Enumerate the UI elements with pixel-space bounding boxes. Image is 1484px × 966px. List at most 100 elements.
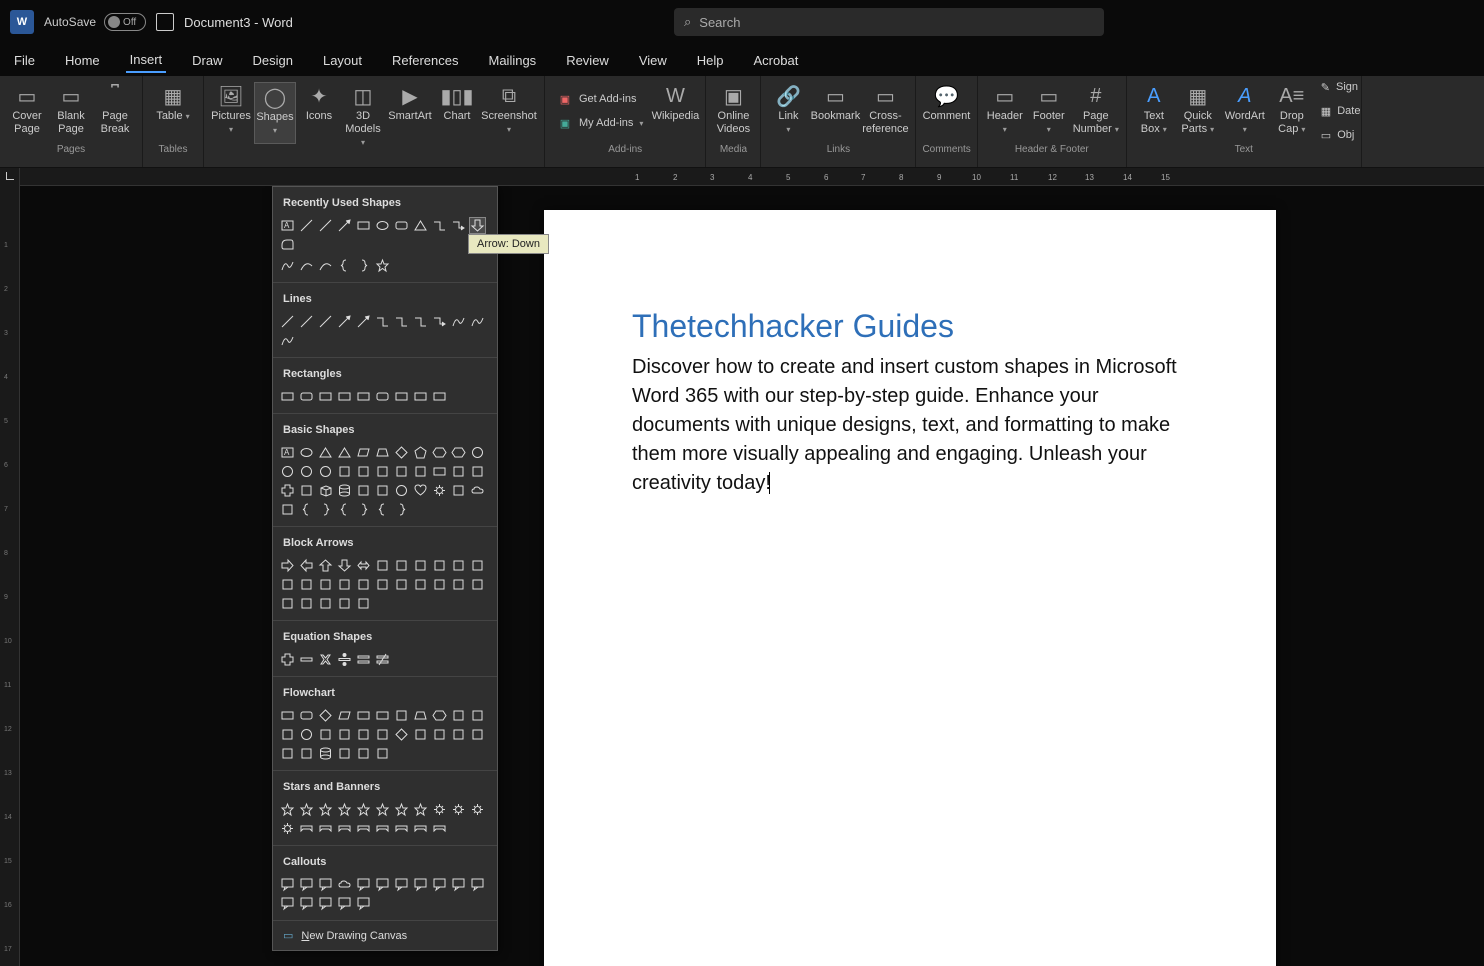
- shape-callout[interactable]: [279, 876, 296, 893]
- page-break-button[interactable]: ⎴Page Break: [94, 82, 136, 144]
- shape-callout[interactable]: [298, 876, 315, 893]
- shape-banner[interactable]: [412, 820, 429, 837]
- shape-generic[interactable]: [298, 576, 315, 593]
- shape-tri[interactable]: [336, 444, 353, 461]
- icons-button[interactable]: ✦Icons: [298, 82, 340, 144]
- shape-generic[interactable]: [279, 745, 296, 762]
- search-input[interactable]: ⌕ Search: [674, 8, 1104, 36]
- wikipedia-button[interactable]: WWikipedia: [651, 82, 699, 144]
- tab-review[interactable]: Review: [562, 49, 613, 72]
- shape-rect[interactable]: [317, 388, 334, 405]
- shape-bracer[interactable]: [317, 501, 334, 518]
- shape-rect[interactable]: [393, 388, 410, 405]
- object-button[interactable]: ▭Obj: [1315, 124, 1355, 146]
- shape-para[interactable]: [355, 444, 372, 461]
- autosave-control[interactable]: AutoSave Off: [44, 13, 146, 31]
- shape-generic[interactable]: [469, 707, 486, 724]
- shape-callout[interactable]: [355, 876, 372, 893]
- shape-generic[interactable]: [336, 463, 353, 480]
- shape-callout[interactable]: [412, 876, 429, 893]
- shape-rect[interactable]: [431, 388, 448, 405]
- shape-generic[interactable]: [431, 726, 448, 743]
- shape-generic[interactable]: [355, 595, 372, 612]
- shape-generic[interactable]: [450, 726, 467, 743]
- new-drawing-canvas-button[interactable]: ▭ New Drawing Canvas: [273, 921, 497, 950]
- tab-design[interactable]: Design: [249, 49, 297, 72]
- shape-star[interactable]: [317, 801, 334, 818]
- shape-div[interactable]: [336, 651, 353, 668]
- shape-generic[interactable]: [469, 557, 486, 574]
- shape-rect[interactable]: [431, 463, 448, 480]
- shape-neq[interactable]: [374, 651, 391, 668]
- pictures-button[interactable]: 🖼Pictures▾: [210, 82, 252, 144]
- shape-pent[interactable]: [412, 444, 429, 461]
- shape-generic[interactable]: [374, 463, 391, 480]
- shape-oval[interactable]: [298, 444, 315, 461]
- shape-banner[interactable]: [374, 820, 391, 837]
- shape-generic[interactable]: [374, 557, 391, 574]
- shape-generic[interactable]: [469, 576, 486, 593]
- shape-curve[interactable]: [279, 257, 296, 274]
- screenshot-button[interactable]: ⧉Screenshot▾: [480, 82, 538, 144]
- shape-banner[interactable]: [298, 820, 315, 837]
- shape-minus[interactable]: [298, 651, 315, 668]
- shape-generic[interactable]: [374, 745, 391, 762]
- save-icon[interactable]: [156, 13, 174, 31]
- table-button[interactable]: ▦Table ▾: [149, 82, 197, 144]
- autosave-toggle[interactable]: Off: [104, 13, 146, 31]
- shape-generic[interactable]: [393, 463, 410, 480]
- tab-mailings[interactable]: Mailings: [485, 49, 541, 72]
- shape-bracel[interactable]: [336, 257, 353, 274]
- shape-generic[interactable]: [469, 463, 486, 480]
- shape-rect[interactable]: [355, 388, 372, 405]
- shape-generic[interactable]: [412, 726, 429, 743]
- shape-diamond[interactable]: [393, 726, 410, 743]
- shape-generic[interactable]: [336, 745, 353, 762]
- shape-lrarrow[interactable]: [355, 557, 372, 574]
- shape-generic[interactable]: [298, 745, 315, 762]
- shape-rect[interactable]: [355, 217, 372, 234]
- shape-circle[interactable]: [279, 463, 296, 480]
- page-number-button[interactable]: #Page Number ▾: [1072, 82, 1120, 144]
- shape-generic[interactable]: [317, 595, 334, 612]
- shape-curve[interactable]: [279, 332, 296, 349]
- shapes-button[interactable]: ◯Shapes▾: [254, 82, 296, 144]
- shape-rect[interactable]: [279, 388, 296, 405]
- shape-elbow[interactable]: [431, 217, 448, 234]
- shape-tri[interactable]: [317, 444, 334, 461]
- shape-callout[interactable]: [374, 876, 391, 893]
- shape-textbox[interactable]: A: [279, 444, 296, 461]
- online-videos-button[interactable]: ▣Online Videos: [712, 82, 754, 144]
- shape-generic[interactable]: [355, 576, 372, 593]
- shape-generic[interactable]: [279, 501, 296, 518]
- shape-callout[interactable]: [450, 876, 467, 893]
- shape-generic[interactable]: [374, 482, 391, 499]
- smartart-button[interactable]: ▶SmartArt: [386, 82, 434, 144]
- quickparts-button[interactable]: ▦Quick Parts ▾: [1177, 82, 1219, 144]
- tab-draw[interactable]: Draw: [188, 49, 226, 72]
- shape-generic[interactable]: [412, 557, 429, 574]
- shape-curve[interactable]: [469, 313, 486, 330]
- shape-rect[interactable]: [279, 707, 296, 724]
- shape-arrow[interactable]: [355, 313, 372, 330]
- shape-banner[interactable]: [393, 820, 410, 837]
- shape-generic[interactable]: [279, 576, 296, 593]
- shape-generic[interactable]: [317, 726, 334, 743]
- shape-banner[interactable]: [317, 820, 334, 837]
- shape-generic[interactable]: [355, 726, 372, 743]
- shape-callout[interactable]: [393, 876, 410, 893]
- shape-generic[interactable]: [279, 595, 296, 612]
- shape-arc[interactable]: [298, 257, 315, 274]
- shape-para[interactable]: [336, 707, 353, 724]
- shape-rarrow[interactable]: [279, 557, 296, 574]
- shape-circle[interactable]: [469, 444, 486, 461]
- shape-star[interactable]: [298, 801, 315, 818]
- shape-bracel[interactable]: [298, 501, 315, 518]
- shape-generic[interactable]: [431, 557, 448, 574]
- shape-cyl[interactable]: [336, 482, 353, 499]
- shape-callout[interactable]: [355, 895, 372, 912]
- shape-generic[interactable]: [336, 595, 353, 612]
- document-page[interactable]: Thetechhacker Guides Discover how to cre…: [544, 210, 1276, 966]
- shape-trap[interactable]: [374, 444, 391, 461]
- shape-bracel[interactable]: [336, 501, 353, 518]
